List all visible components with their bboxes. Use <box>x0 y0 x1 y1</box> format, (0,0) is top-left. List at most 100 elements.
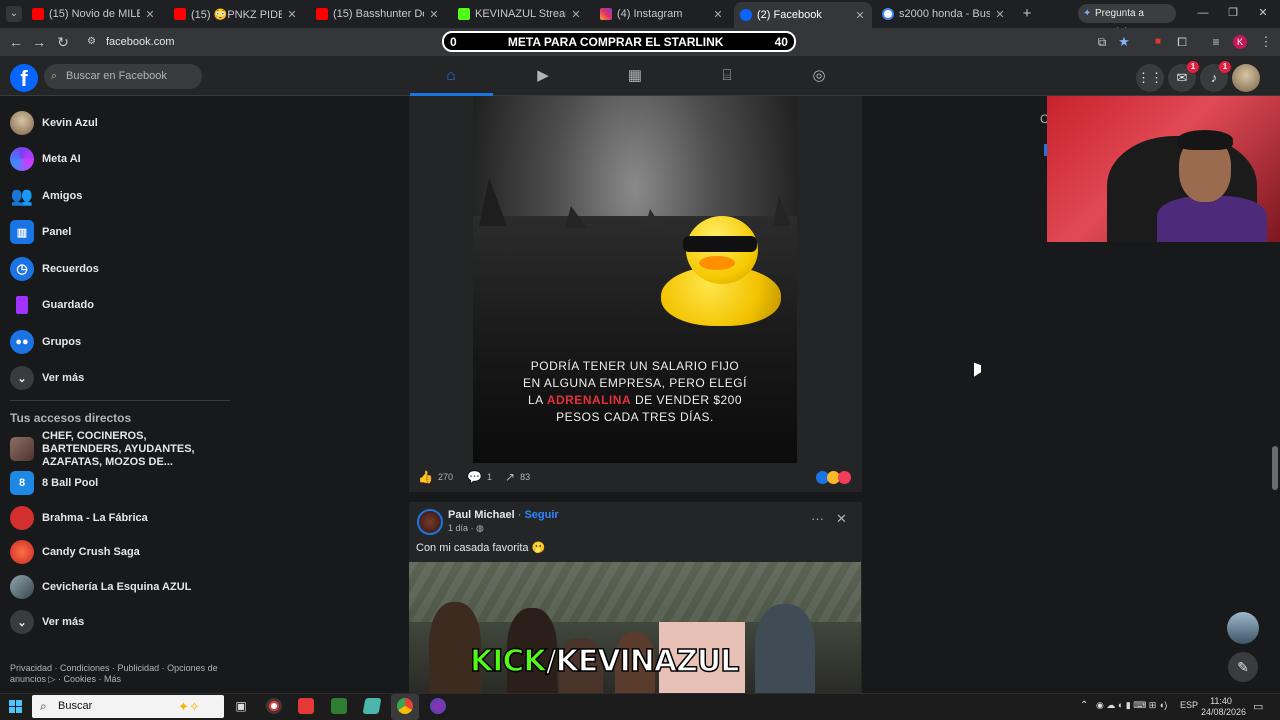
sidebar-item-saved[interactable]: Guardado <box>10 290 94 320</box>
kick-icon <box>458 8 470 20</box>
shortcut-cevicheria[interactable]: Cevichería La Esquina AZUL <box>10 572 191 602</box>
clock[interactable]: 11:40 24/08/2026 <box>1201 696 1246 718</box>
browser-tab-6-active[interactable]: (2) Facebook ✕ <box>734 2 872 28</box>
chevron-down-icon: ⌄ <box>10 366 34 390</box>
shortcut-8-ball-pool[interactable]: 8 8 Ball Pool <box>10 468 98 498</box>
gaming-icon[interactable]: ◎ <box>809 66 829 86</box>
show-hidden-icons-chevron[interactable]: ⌃ <box>1080 700 1088 711</box>
back-icon[interactable]: ← <box>8 34 24 50</box>
share-icon: ↗ <box>505 470 516 484</box>
author-avatar[interactable] <box>417 509 443 535</box>
close-tab-icon[interactable]: ✕ <box>144 8 156 21</box>
meta-ai-icon <box>10 147 34 171</box>
candy-crush-icon <box>10 540 34 564</box>
tray-app-icons[interactable]: ◉ ☁ ◐ ▮ ⌨ ⊞ ◖) <box>1096 700 1167 711</box>
video-icon[interactable]: ▶ <box>533 66 553 86</box>
sidebar-item-groups[interactable]: ●● Grupos <box>10 327 81 357</box>
hide-post-close-icon[interactable]: ✕ <box>836 511 847 527</box>
windows-start-icon[interactable] <box>9 700 23 714</box>
caption-line: EN ALGUNA EMPRESA, PERO ELEGÍ <box>523 376 747 390</box>
reading-list-icon[interactable]: ≡ <box>1208 34 1224 50</box>
notifications-center-icon[interactable]: ▭ <box>1253 700 1263 713</box>
task-view-icon[interactable]: ▣ <box>233 698 249 714</box>
gemini-button[interactable]: ✦ Pregunta a Gemini <box>1078 4 1176 38</box>
shortcut-chef-group[interactable]: CHEF, COCINEROS, BARTENDERS, AYUDANTES, … <box>10 430 222 468</box>
new-tab-button[interactable]: + <box>1018 5 1036 23</box>
close-tab-icon[interactable]: ✕ <box>712 8 724 21</box>
share-button[interactable]: ↗ 83 <box>505 470 530 484</box>
sidebar-see-more-button[interactable]: ⌄ Ver más <box>10 363 84 393</box>
tab-search-button[interactable]: ⌄ <box>6 6 22 22</box>
browser-tab-strip: ⌄ (15) Novio de MILENKA PA ✕ (15) 😳PNKZ … <box>0 0 1280 38</box>
app-icon-red[interactable] <box>298 698 314 714</box>
extension-icon[interactable]: ■ <box>1150 34 1166 50</box>
close-window-button[interactable]: ✕ <box>1256 4 1270 22</box>
reload-icon[interactable]: ↻ <box>55 34 71 50</box>
facebook-logo[interactable]: f <box>10 64 38 92</box>
sidebar-footer-links[interactable]: Privacidad · Condiciones · Publicidad · … <box>10 663 220 685</box>
8-ball-pool-icon: 8 <box>10 471 34 495</box>
webcam-overlay <box>1047 96 1280 242</box>
language-indicator[interactable]: ESP <box>1180 700 1198 710</box>
close-tab-icon[interactable]: ✕ <box>286 8 298 21</box>
forward-icon[interactable]: → <box>31 34 47 50</box>
clock-time: 11:40 <box>1210 696 1232 706</box>
obs-icon[interactable] <box>266 698 282 714</box>
shark-fin <box>565 206 587 228</box>
tab-title: s2000 honda - Buscar con <box>899 8 990 20</box>
sidebar-item-panel[interactable]: ▥ Panel <box>10 217 71 247</box>
notepad-icon[interactable] <box>362 698 382 714</box>
author-name[interactable]: Paul Michael <box>448 509 515 521</box>
restore-button[interactable]: ❐ <box>1226 4 1240 22</box>
close-tab-icon[interactable]: ✕ <box>854 9 866 22</box>
sidebar-item-memories[interactable]: ◷ Recuerdos <box>10 254 99 284</box>
close-tab-icon[interactable]: ✕ <box>994 8 1006 21</box>
like-button[interactable]: 👍 270 <box>418 470 453 484</box>
chrome-menu-icon[interactable]: ⋮ <box>1258 34 1274 50</box>
browser-tab-2[interactable]: (15) 😳PNKZ PIDE PERDÓN ✕ <box>168 3 304 25</box>
feeds-icon[interactable]: ▦ <box>625 66 645 86</box>
post-options-icon[interactable]: ··· <box>811 511 824 526</box>
sidebar-item-profile[interactable]: Kevin Azul <box>10 108 98 138</box>
sidebar-item-friends[interactable]: 👥 Amigos <box>10 181 83 211</box>
close-tab-icon[interactable]: ✕ <box>570 8 582 21</box>
chrome-icon[interactable] <box>397 698 413 714</box>
post-image[interactable]: PODRÍA TENER UN SALARIO FIJO EN ALGUNA E… <box>473 96 797 463</box>
profile-avatar[interactable]: K <box>1233 35 1247 49</box>
browser-tab-5[interactable]: (4) Instagram ✕ <box>594 3 730 25</box>
new-message-icon[interactable]: ✎ <box>1228 652 1258 682</box>
menu-grid-icon[interactable]: ⋮⋮ <box>1136 64 1164 92</box>
comment-button[interactable]: 💬 1 <box>467 470 492 484</box>
site-info-icon[interactable]: ⚙ <box>87 31 96 53</box>
browser-tab-1[interactable]: (15) Novio de MILENKA PA ✕ <box>26 3 162 25</box>
address-bar[interactable]: ⚙ facebook.com <box>80 31 440 53</box>
browser-tab-7[interactable]: s2000 honda - Buscar con ✕ <box>876 3 1012 25</box>
sidebar-item-meta-ai[interactable]: Meta AI <box>10 144 81 174</box>
chrome-profile-icon[interactable] <box>430 698 446 714</box>
browser-tab-4[interactable]: KEVINAZUL Stream - Wat ✕ <box>452 3 588 25</box>
scrollbar-thumb[interactable] <box>1272 446 1278 490</box>
close-tab-icon[interactable]: ✕ <box>428 8 440 21</box>
marketplace-icon[interactable]: ⌸ <box>717 66 737 86</box>
sidebar-item-label: Amigos <box>42 190 83 202</box>
extensions-puzzle-icon[interactable]: ⧠ <box>1174 34 1190 50</box>
tab-title: (15) Novio de MILENKA PA <box>49 8 140 20</box>
post-photo[interactable]: KICK/KEVINAZUL <box>409 562 861 693</box>
calculator-icon[interactable] <box>331 698 347 714</box>
caption-highlight: ADRENALINA <box>546 393 632 407</box>
browser-tab-3[interactable]: (15) Basshunter DotA (Offi ✕ <box>310 3 446 25</box>
shortcut-candy-crush[interactable]: Candy Crush Saga <box>10 537 140 567</box>
chat-head-avatar[interactable] <box>1227 612 1259 644</box>
minimize-button[interactable]: — <box>1196 4 1210 22</box>
install-app-icon[interactable]: ⧉ <box>1094 34 1110 50</box>
follow-button[interactable]: Seguir <box>524 509 558 521</box>
home-icon[interactable]: ⌂ <box>441 66 461 86</box>
taskbar-search-input[interactable]: ⌕ Buscar ✦✧ <box>32 695 224 718</box>
facebook-search-input[interactable]: ⌕ Buscar en Facebook <box>44 64 202 89</box>
bookmark-star-icon[interactable]: ★ <box>1116 34 1132 50</box>
goal-title: META PARA COMPRAR EL STARLINK <box>507 34 724 49</box>
shortcuts-see-more-button[interactable]: ⌄ Ver más <box>10 607 84 637</box>
account-avatar[interactable] <box>1232 64 1260 92</box>
reaction-summary[interactable] <box>816 471 852 484</box>
shortcut-brahma[interactable]: Brahma - La Fábrica <box>10 503 148 533</box>
